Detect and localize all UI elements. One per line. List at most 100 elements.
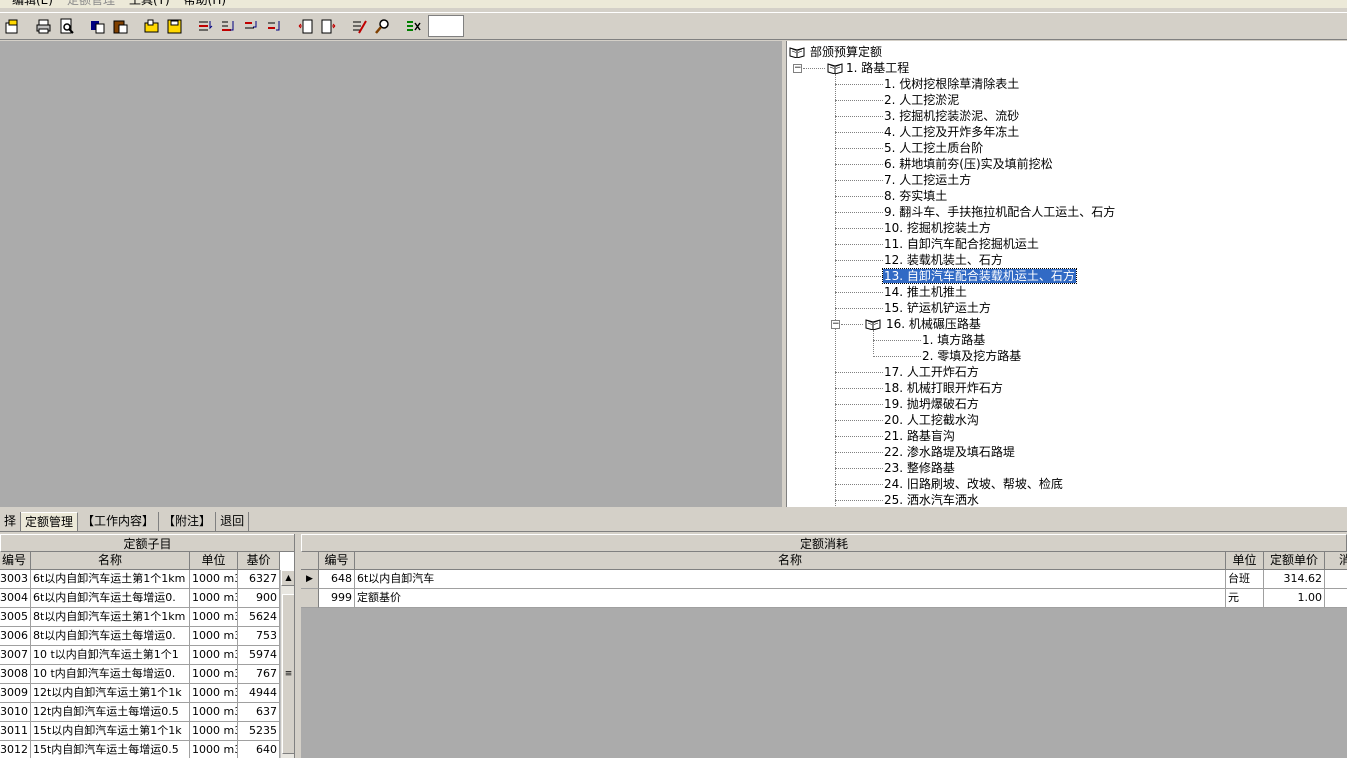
tree-node-item[interactable]: 10. 挖掘机挖装土方 — [883, 220, 992, 236]
open-button[interactable] — [141, 16, 162, 37]
tree-node-item[interactable]: 5. 人工挖土质台阶 — [883, 140, 984, 156]
cell-base-price[interactable]: 767 — [238, 665, 280, 684]
cell-unit[interactable]: 1000 m3 — [190, 684, 238, 703]
quota-tree[interactable]: 部颁预算定额 −1. 路基工程 1. 伐树挖根除草清除表土 2. 人工挖淤泥 3. 挖掘… — [786, 41, 1347, 507]
tree-node-item[interactable]: 9. 翻斗车、手扶拖拉机配合人工运土、石方 — [883, 204, 1116, 220]
cell-unit[interactable]: 1000 m3 — [190, 589, 238, 608]
tree-node-item[interactable]: 8. 夯实填土 — [883, 188, 948, 204]
cell-base-price[interactable]: 4944 — [238, 684, 280, 703]
cell-name[interactable]: 15t内自卸汽车运土每增运0.5 — [31, 741, 190, 758]
tree-node-subgrade[interactable]: 1. 路基工程 — [845, 60, 910, 76]
tree-node-item[interactable]: 15. 铲运机铲运土方 — [883, 300, 992, 316]
cell-code[interactable]: 3009 — [0, 684, 31, 703]
row-indicator[interactable]: ▶ — [301, 570, 319, 589]
cell-name[interactable]: 8t以内自卸汽车运土每增运0. — [31, 627, 190, 646]
tree-node-item[interactable]: 25. 洒水汽车洒水 — [883, 492, 980, 507]
tree-node-item[interactable]: 22. 渗水路堤及填石路堤 — [883, 444, 1016, 460]
tab-back[interactable]: 退回 — [216, 512, 250, 531]
scroll-thumb[interactable]: ≡ — [282, 594, 294, 754]
col-header-base-price[interactable]: 基价 — [238, 552, 280, 570]
cell-code[interactable]: 3012 — [0, 741, 31, 758]
cell-base-price[interactable]: 640 — [238, 741, 280, 758]
col-header-name[interactable]: 名称 — [355, 552, 1226, 570]
col-header-code[interactable]: 编号 — [319, 552, 355, 570]
cell-base-price[interactable]: 753 — [238, 627, 280, 646]
search-button[interactable] — [372, 16, 393, 37]
print-button[interactable] — [33, 16, 54, 37]
tree-node-item[interactable]: 19. 抛坍爆破石方 — [883, 396, 980, 412]
tree-node-item[interactable]: 14. 推土机推土 — [883, 284, 968, 300]
cell-unit[interactable]: 1000 m3 — [190, 570, 238, 589]
tree-node-item[interactable]: 21. 路基盲沟 — [883, 428, 956, 444]
cell-code[interactable]: 3003 — [0, 570, 31, 589]
cell-base-price[interactable]: 5235 — [238, 722, 280, 741]
cell-name[interactable]: 15t以内自卸汽车运土第1个1k — [31, 722, 190, 741]
cell-unit-price[interactable]: 1.00 — [1264, 589, 1325, 608]
cell-code[interactable]: 3004 — [0, 589, 31, 608]
collapse-icon[interactable]: − — [831, 320, 840, 329]
clear-button[interactable] — [403, 16, 424, 37]
toolbar-input[interactable] — [428, 15, 464, 37]
tree-node-subitem[interactable]: 2. 零填及挖方路基 — [921, 348, 1022, 364]
cell-base-price[interactable]: 6327 — [238, 570, 280, 589]
cell-consumption[interactable] — [1325, 570, 1347, 589]
cell-unit[interactable]: 1000 m3 — [190, 741, 238, 758]
cell-name[interactable]: 6t以内自卸汽车运土第1个1km — [31, 570, 190, 589]
paste-button[interactable] — [110, 16, 131, 37]
cell-code[interactable]: 3007 — [0, 646, 31, 665]
menu-edit[interactable]: 编辑(E) — [12, 0, 53, 8]
delete-row-button[interactable] — [264, 16, 285, 37]
cell-base-price[interactable]: 5624 — [238, 608, 280, 627]
tree-node-item[interactable]: 17. 人工开炸石方 — [883, 364, 980, 380]
insert-sub-row-button[interactable] — [241, 16, 262, 37]
quota-consumption-grid[interactable]: 定额消耗 编号 名称 单位 定额单价 消 ▶ 6486t以内自卸汽车台班314.6… — [301, 534, 1347, 758]
tree-node-item[interactable]: 4. 人工挖及开炸多年冻土 — [883, 124, 1020, 140]
menu-tools[interactable]: 工具(T) — [129, 0, 170, 8]
quota-items-scrollbar[interactable]: ▲ ≡ — [280, 570, 294, 758]
tab-notes[interactable]: 【附注】 — [159, 512, 217, 531]
cell-code[interactable]: 648 — [319, 570, 355, 589]
cell-unit[interactable]: 1000 m3 — [190, 627, 238, 646]
scroll-up-icon[interactable]: ▲ — [281, 570, 294, 586]
cell-unit[interactable]: 1000 m3 — [190, 665, 238, 684]
tree-node-item[interactable]: 1. 伐树挖根除草清除表土 — [883, 76, 1020, 92]
cell-code[interactable]: 3011 — [0, 722, 31, 741]
col-header-code[interactable]: 编号 — [0, 552, 31, 570]
cell-unit[interactable]: 1000 m3 — [190, 608, 238, 627]
cell-name[interactable]: 10 t以内自卸汽车运土第1个1 — [31, 646, 190, 665]
cell-base-price[interactable]: 5974 — [238, 646, 280, 665]
tab-select[interactable]: 择 — [0, 512, 22, 531]
properties-button[interactable] — [2, 16, 23, 37]
tree-root-node[interactable]: 部颁预算定额 — [809, 44, 883, 60]
col-header-unit-price[interactable]: 定额单价 — [1264, 552, 1325, 570]
tree-node-item[interactable]: 24. 旧路刷坡、改坡、帮坡、检底 — [883, 476, 1064, 492]
quota-items-grid[interactable]: 定额子目 编号 名称 单位 基价 ▲ ≡ 3003 6t以内自卸汽车运土第1个1k… — [0, 534, 295, 758]
row-indicator[interactable] — [301, 589, 319, 608]
print-preview-button[interactable] — [56, 16, 77, 37]
cell-code[interactable]: 999 — [319, 589, 355, 608]
tree-node-item[interactable]: 7. 人工挖运土方 — [883, 172, 972, 188]
cell-name[interactable]: 12t内自卸汽车运土每增运0.5 — [31, 703, 190, 722]
cell-unit[interactable]: 元 — [1226, 589, 1264, 608]
tree-node-item[interactable]: 6. 耕地填前夯(压)实及填前挖松 — [883, 156, 1054, 172]
collapse-icon[interactable]: − — [793, 64, 802, 73]
tree-node-item[interactable]: 16. 机械碾压路基 — [885, 316, 982, 332]
cell-name[interactable]: 8t以内自卸汽车运土第1个1km — [31, 608, 190, 627]
tree-node-subitem[interactable]: 1. 填方路基 — [921, 332, 986, 348]
cell-name[interactable]: 12t以内自卸汽车运土第1个1k — [31, 684, 190, 703]
tree-node-item[interactable]: 23. 整修路基 — [883, 460, 956, 476]
copy-button[interactable] — [87, 16, 108, 37]
cell-unit[interactable]: 1000 m3 — [190, 646, 238, 665]
cell-name[interactable]: 10 t内自卸汽车运土每增运0. — [31, 665, 190, 684]
cell-code[interactable]: 3005 — [0, 608, 31, 627]
outdent-button[interactable] — [295, 16, 316, 37]
menu-quota-management[interactable]: 定额管理 — [67, 0, 115, 8]
cell-base-price[interactable]: 637 — [238, 703, 280, 722]
cell-code[interactable]: 3006 — [0, 627, 31, 646]
tree-node-item[interactable]: 11. 自卸汽车配合挖掘机运土 — [883, 236, 1040, 252]
cell-unit[interactable]: 台班 — [1226, 570, 1264, 589]
cell-unit[interactable]: 1000 m3 — [190, 722, 238, 741]
cell-base-price[interactable]: 900 — [238, 589, 280, 608]
col-header-consumption[interactable]: 消 — [1325, 552, 1347, 570]
col-header-unit[interactable]: 单位 — [190, 552, 238, 570]
